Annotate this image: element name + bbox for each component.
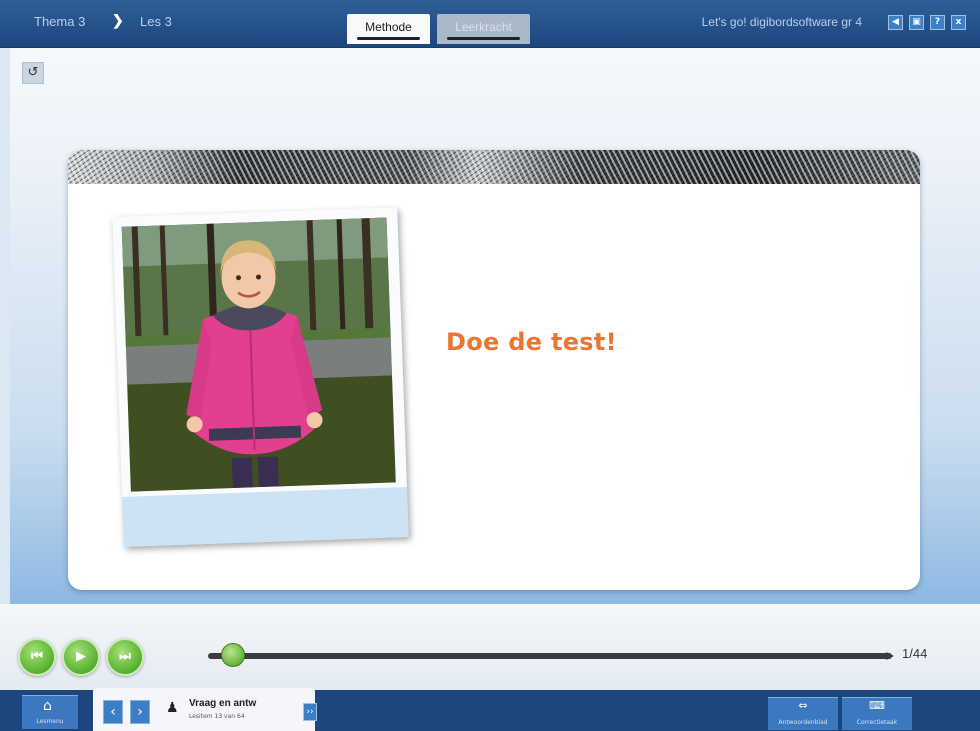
activity-people-icon: ♟: [166, 700, 179, 716]
window-controls: ◀ ▣ ? x: [888, 15, 966, 30]
play-icon: ▶: [76, 649, 86, 664]
tab-methode-label: Methode: [365, 20, 412, 34]
answer-sheet-button[interactable]: ⇔ Antwoordenblad: [768, 697, 838, 730]
breadcrumb-thema[interactable]: Thema 3: [34, 14, 85, 29]
polaroid-frame: [112, 207, 409, 547]
swap-arrows-icon: ⇔: [798, 699, 808, 712]
rotate-icon[interactable]: ↺: [22, 62, 44, 84]
fullscreen-icon[interactable]: ▣: [909, 15, 924, 30]
tab-leerkracht[interactable]: Leerkracht: [437, 14, 530, 44]
top-bar: Thema 3 ❯ Les 3 Methode Leerkracht Let's…: [0, 0, 980, 48]
photo-image: [121, 217, 396, 492]
activity-subtitle: Lesitem 13 van 64: [189, 713, 245, 720]
keyboard-icon: ⌨: [869, 699, 885, 712]
tab-leerkracht-label: Leerkracht: [455, 20, 512, 34]
tab-methode[interactable]: Methode: [347, 14, 430, 44]
progress-end-arrow-icon: [886, 652, 894, 660]
card-texture-band: [68, 150, 920, 184]
help-icon[interactable]: ?: [930, 15, 945, 30]
polaroid-caption-area: [122, 486, 409, 547]
next-item-button[interactable]: ›: [130, 700, 150, 724]
player-bar: [0, 604, 980, 690]
tab-underline: [447, 37, 520, 40]
home-label: Lesmenu: [36, 718, 64, 725]
home-button[interactable]: ⌂ Lesmenu: [22, 695, 78, 729]
breadcrumb-les[interactable]: Les 3: [140, 14, 172, 29]
activity-title: Vraag en antw: [189, 698, 257, 709]
play-button[interactable]: ▶: [62, 638, 100, 676]
skip-back-icon: ⏮: [31, 649, 43, 664]
slide-heading: Doe de test!: [446, 328, 617, 356]
answer-sheet-label: Antwoordenblad: [778, 719, 828, 726]
girl-photo-illustration: [121, 217, 396, 492]
page-counter: 1/44: [902, 646, 928, 661]
tab-underline: [357, 37, 420, 40]
back-icon[interactable]: ◀: [888, 15, 903, 30]
lesson-nav-panel: [93, 688, 315, 731]
home-icon: ⌂: [43, 698, 52, 714]
correction-label: Correctietaak: [856, 719, 898, 726]
breadcrumb-chevron-icon: ❯: [112, 12, 124, 28]
skip-forward-icon: ⏭: [119, 649, 131, 664]
progress-track[interactable]: [208, 653, 892, 659]
expand-panel-button[interactable]: ››: [303, 703, 317, 721]
progress-slider-handle[interactable]: [221, 643, 245, 667]
close-icon[interactable]: x: [951, 15, 966, 30]
next-button[interactable]: ⏭: [106, 638, 144, 676]
previous-button[interactable]: ⏮: [18, 638, 56, 676]
app-title: Let's go! digibordsoftware gr 4: [701, 15, 862, 29]
correction-button[interactable]: ⌨ Correctietaak: [842, 697, 912, 730]
prev-item-button[interactable]: ‹: [103, 700, 123, 724]
